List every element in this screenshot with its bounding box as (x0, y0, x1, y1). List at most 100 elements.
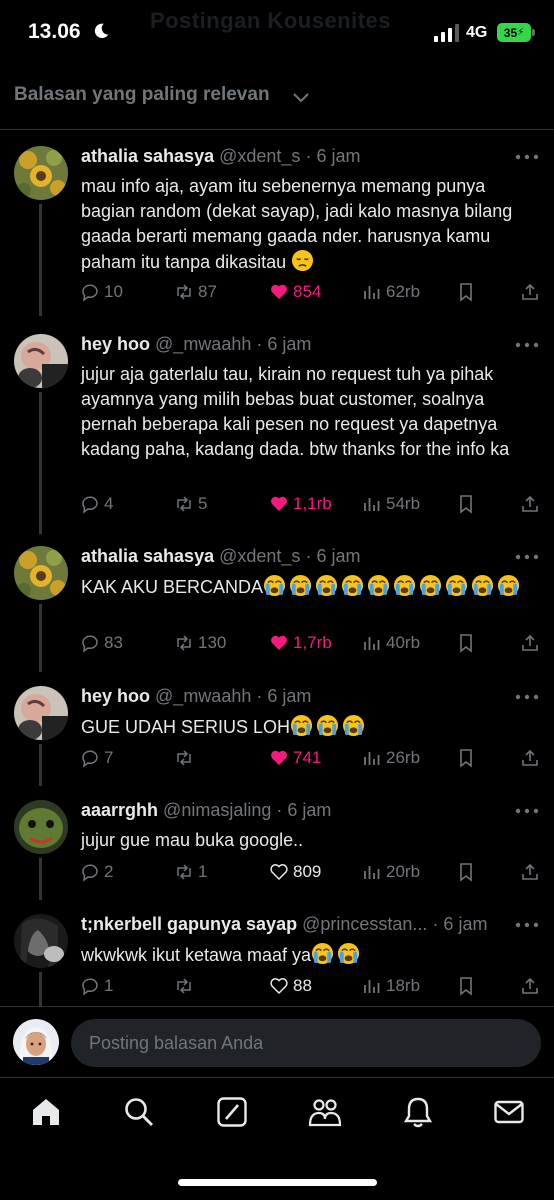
bookmark-icon (460, 863, 472, 882)
reply-button[interactable]: 1 (80, 976, 113, 996)
notifications-icon[interactable] (401, 1095, 435, 1129)
share-button[interactable] (520, 748, 540, 768)
display-name[interactable]: hey hoo (81, 334, 150, 354)
like-count: 88 (293, 976, 312, 995)
views-button[interactable]: 40rb (362, 633, 420, 653)
avatar[interactable] (14, 334, 68, 388)
more-options-icon[interactable] (515, 922, 539, 928)
user-handle[interactable]: @_mwaahh (155, 686, 251, 706)
user-handle[interactable]: @xdent_s (219, 146, 300, 166)
reply-item[interactable]: athalia sahasya @xdent_s · 6 jam KAK AKU… (0, 546, 554, 672)
like-button[interactable]: 809 (269, 862, 321, 882)
display-name[interactable]: aaarrghh (81, 800, 158, 820)
more-options-icon[interactable] (515, 554, 539, 560)
thread-line (39, 858, 42, 900)
reply-input[interactable] (71, 1019, 541, 1067)
reply-button[interactable]: 7 (80, 748, 113, 768)
user-handle[interactable]: @nimasjaling (163, 800, 271, 820)
my-avatar[interactable] (13, 1019, 59, 1065)
reply-item[interactable]: athalia sahasya @xdent_s · 6 jam mau inf… (0, 146, 554, 316)
user-handle[interactable]: @princesstan... (302, 914, 427, 934)
like-button[interactable]: 1,1rb (269, 494, 332, 514)
loudly-crying-face-emoji (316, 574, 338, 597)
views-button[interactable]: 54rb (362, 494, 420, 514)
like-button[interactable]: 854 (269, 282, 321, 302)
repost-button[interactable]: 1 (174, 862, 207, 882)
reply-item[interactable]: aaarrghh @nimasjaling · 6 jam jujur gue … (0, 800, 554, 900)
battery-icon: 35 ⚡ (497, 23, 531, 42)
user-handle[interactable]: @_mwaahh (155, 334, 251, 354)
display-name[interactable]: athalia sahasya (81, 146, 214, 166)
reply-button[interactable]: 2 (80, 862, 113, 882)
share-icon (522, 863, 538, 880)
views-button[interactable]: 18rb (362, 976, 420, 996)
views-button[interactable]: 26rb (362, 748, 420, 768)
avatar[interactable] (14, 146, 68, 200)
share-button[interactable] (520, 976, 540, 996)
bookmark-button[interactable] (456, 748, 476, 768)
like-button[interactable]: 88 (269, 976, 312, 996)
home-icon[interactable] (29, 1095, 63, 1129)
home-indicator[interactable] (178, 1179, 377, 1186)
loudly-crying-face-emoji (420, 574, 442, 597)
heart-icon (270, 864, 288, 881)
bookmark-button[interactable] (456, 862, 476, 882)
repost-count: 5 (198, 494, 208, 513)
repost-button[interactable] (174, 976, 198, 996)
repost-button[interactable] (174, 748, 198, 768)
more-options-icon[interactable] (515, 694, 539, 700)
bookmark-button[interactable] (456, 633, 476, 653)
reply-button[interactable]: 4 (80, 494, 113, 514)
battery-level: 35 (503, 25, 518, 40)
repost-count: 87 (198, 282, 217, 301)
share-icon (522, 977, 538, 994)
display-name[interactable]: hey hoo (81, 686, 150, 706)
reply-button[interactable]: 83 (80, 633, 123, 653)
views-button[interactable]: 62rb (362, 282, 420, 302)
avatar[interactable] (14, 546, 68, 600)
messages-icon[interactable] (492, 1095, 526, 1129)
avatar[interactable] (14, 914, 68, 968)
display-name[interactable]: athalia sahasya (81, 546, 214, 566)
more-options-icon[interactable] (515, 342, 539, 348)
reply-count: 7 (104, 748, 114, 767)
share-button[interactable] (520, 282, 540, 302)
post-time: · 6 jam (305, 546, 361, 566)
reply-item[interactable]: hey hoo @_mwaahh · 6 jam GUE UDAH SERIUS… (0, 686, 554, 786)
views-button[interactable]: 20rb (362, 862, 420, 882)
bookmark-button[interactable] (456, 494, 476, 514)
repost-button[interactable]: 130 (174, 633, 226, 653)
repost-button[interactable]: 5 (174, 494, 207, 514)
share-icon (522, 495, 538, 512)
loudly-crying-face-emoji (317, 714, 339, 737)
bookmark-button[interactable] (456, 282, 476, 302)
share-button[interactable] (520, 862, 540, 882)
communities-icon[interactable] (308, 1095, 342, 1129)
more-options-icon[interactable] (515, 808, 539, 814)
share-button[interactable] (520, 494, 540, 514)
display-name[interactable]: t;nkerbell gapunya sayap (81, 914, 297, 934)
grok-icon[interactable] (215, 1095, 249, 1129)
more-options-icon[interactable] (515, 154, 539, 160)
like-button[interactable]: 741 (269, 748, 321, 768)
post-time: · 6 jam (432, 914, 488, 934)
reply-button[interactable]: 10 (80, 282, 123, 302)
search-icon[interactable] (122, 1095, 156, 1129)
like-button[interactable]: 1,7rb (269, 633, 332, 653)
sort-selector[interactable]: Balasan yang paling relevan (0, 66, 554, 130)
bookmark-button[interactable] (456, 976, 476, 996)
avatar[interactable] (14, 800, 68, 854)
avatar[interactable] (14, 686, 68, 740)
reply-icon (82, 978, 98, 996)
share-button[interactable] (520, 633, 540, 653)
like-count: 1,7rb (293, 633, 332, 652)
reply-header: hey hoo @_mwaahh · 6 jam (81, 334, 511, 355)
repost-button[interactable]: 87 (174, 282, 217, 302)
like-count: 809 (293, 862, 322, 881)
user-handle[interactable]: @xdent_s (219, 546, 300, 566)
reply-item[interactable]: t;nkerbell gapunya sayap @princesstan...… (0, 914, 554, 1006)
signal-icon (434, 24, 459, 42)
post-time: · 6 jam (276, 800, 332, 820)
reply-text: wkwkwk ikut ketawa maaf ya (81, 942, 531, 968)
reply-item[interactable]: hey hoo @_mwaahh · 6 jam jujur aja gater… (0, 334, 554, 534)
